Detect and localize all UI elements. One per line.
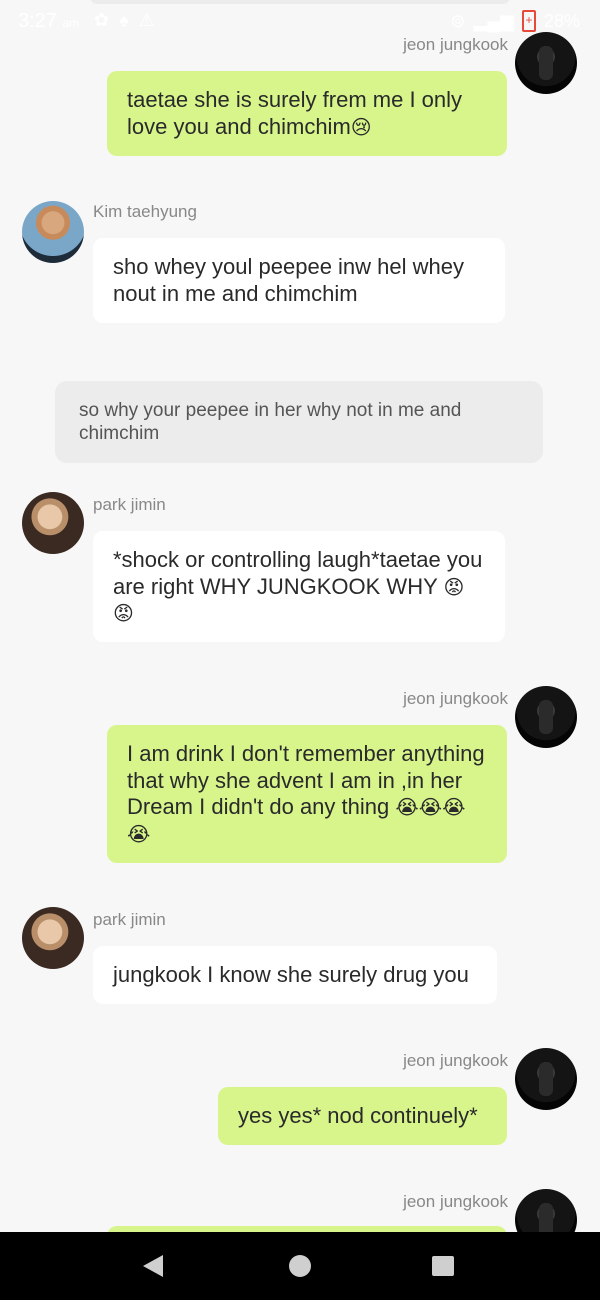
battery-percent: 28% <box>543 10 580 31</box>
notification-icon: ♠ <box>119 10 139 30</box>
status-time: 3:27 am <box>18 10 80 32</box>
status-right-icons: ⊚ ▂▄▆ + 28% <box>450 10 580 32</box>
warning-icon: ⚠ <box>138 10 165 30</box>
message-text: *shock or controlling laugh*taetae you a… <box>113 547 483 599</box>
narration-text: so why your peepee in her why not in me … <box>79 400 462 444</box>
message-bubble-incoming[interactable]: sho whey youl peepee inw hel whey nout i… <box>93 238 505 323</box>
settings-icon: ✿ <box>94 10 120 30</box>
sender-name: Kim taehyung <box>93 202 197 221</box>
sender-name: jeon jungkook <box>403 1192 508 1211</box>
message-text: sho whey youl peepee inw hel whey nout i… <box>113 254 465 306</box>
message-text: jungkook I know she surely drug you <box>113 962 469 987</box>
message-bubble-incoming[interactable]: *shock or controlling laugh*taetae you a… <box>93 531 505 642</box>
message-bubble-outgoing[interactable]: I am drink I don't remember anything tha… <box>107 725 507 863</box>
battery-icon: + <box>521 10 536 32</box>
sender-name: jeon jungkook <box>403 1051 508 1070</box>
status-bar: 3:27 am ✿♠⚠ ⊚ ▂▄▆ + 28% <box>0 0 600 44</box>
jungkook-avatar[interactable] <box>515 32 577 94</box>
status-left-icons: ✿♠⚠ <box>94 10 165 31</box>
sender-name: park jimin <box>93 910 166 929</box>
narration-bubble[interactable]: so why your peepee in her why not in me … <box>55 381 543 463</box>
back-icon[interactable] <box>143 1255 163 1277</box>
crying-face-icon: 😢 <box>350 114 372 139</box>
jimin-avatar[interactable] <box>22 492 84 554</box>
sender-name: jeon jungkook <box>403 689 508 708</box>
navigation-bar <box>0 1232 600 1300</box>
sender-name: jeon jungkook <box>403 35 508 54</box>
home-icon[interactable] <box>289 1255 311 1277</box>
message-text: yes yes* nod continuely* <box>238 1103 478 1128</box>
jungkook-avatar[interactable] <box>515 686 577 748</box>
hotspot-icon: ⊚ <box>450 10 466 31</box>
recents-icon[interactable] <box>432 1256 454 1276</box>
signal-icon: ▂▄▆ <box>473 10 514 31</box>
jungkook-avatar[interactable] <box>515 1048 577 1110</box>
message-bubble-outgoing[interactable]: taetae she is surely frem me I only love… <box>107 71 507 156</box>
message-bubble-outgoing[interactable]: yes yes* nod continuely* <box>218 1087 507 1145</box>
message-text: taetae she is surely frem me I only love… <box>127 87 463 139</box>
sender-name: park jimin <box>93 495 166 514</box>
taehyung-avatar[interactable] <box>22 201 84 263</box>
jimin-avatar[interactable] <box>22 907 84 969</box>
message-bubble-incoming[interactable]: jungkook I know she surely drug you <box>93 946 497 1004</box>
